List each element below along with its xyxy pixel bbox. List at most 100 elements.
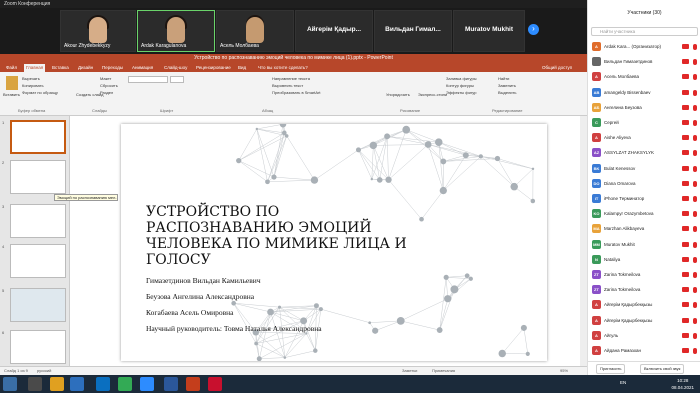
participant-row[interactable]: KO Kalampyr Orazymbetova [588, 207, 700, 220]
participant-row[interactable]: ZT Zarina Tokmeilova [588, 268, 700, 281]
avatar: A [592, 315, 601, 325]
network-node [531, 167, 535, 171]
tab-insert[interactable]: Вставка [50, 64, 71, 72]
select-button[interactable]: Выделить [498, 90, 516, 95]
language-indicator[interactable]: EN [620, 380, 626, 385]
video-tile[interactable]: Akour Zhydebekkyzy [60, 10, 136, 52]
cut-button[interactable]: Вырезать [22, 76, 40, 81]
participant-row[interactable]: AB amangeldy Bissenbaev [588, 86, 700, 99]
participant-row[interactable]: A Айгерім Қадырбекқызы [588, 314, 700, 327]
participant-row[interactable]: С Сергей [588, 116, 700, 129]
find-button[interactable]: Найти [498, 76, 509, 81]
language-indicator[interactable]: русский [37, 368, 51, 373]
tell-me-input[interactable]: Что вы хотите сделать? [256, 64, 310, 72]
unmute-button[interactable]: Включить свой звук [640, 364, 685, 374]
tab-review[interactable]: Рецензирование [194, 64, 233, 72]
paste-icon[interactable] [6, 76, 18, 90]
participant-row[interactable]: ZT Zarina Tokmeilova [588, 283, 700, 296]
paste-button[interactable]: Вставить [3, 92, 20, 97]
participant-row[interactable]: MM Muratov Mukhit [588, 238, 700, 251]
participant-row[interactable]: A Айдана Рамазхан [588, 344, 700, 357]
slide-thumb[interactable] [10, 288, 66, 322]
word-doc-icon[interactable] [164, 377, 178, 391]
explorer-icon[interactable] [50, 377, 64, 391]
participant-row[interactable]: BK Bulat Kenessov [588, 162, 700, 175]
start-icon[interactable] [3, 377, 17, 391]
search-icon[interactable] [28, 377, 42, 391]
slide-thumb[interactable] [10, 204, 66, 238]
layout-button[interactable]: Макет [100, 76, 111, 81]
network-link [400, 320, 440, 331]
avatar: A [592, 133, 601, 143]
slide-canvas[interactable]: УСТРОЙСТВО ПО РАСПОЗНАВАНИЮ ЭМОЦИЙ ЧЕЛОВ… [121, 124, 547, 361]
avatar: А [592, 72, 601, 82]
participant-row[interactable]: А Асель Молбаева [588, 70, 700, 83]
participant-row[interactable]: Вильдан Гимазетдинов [588, 55, 700, 68]
video-tile[interactable]: Muratov Mukhit [453, 10, 525, 52]
align-text-button[interactable]: Выровнять текст [272, 83, 303, 88]
avatar: DO [592, 178, 601, 188]
vertical-scrollbar[interactable] [580, 116, 587, 366]
mic-muted-icon [693, 241, 697, 248]
quick-styles-button[interactable]: Экспресс-стили [418, 92, 447, 97]
participant-row[interactable]: N Nataliya [588, 253, 700, 266]
participant-search-input[interactable]: Найти участника [591, 27, 698, 36]
slide-thumb[interactable] [10, 120, 66, 154]
slide-thumb[interactable] [10, 244, 66, 278]
copy-button[interactable]: Копировать [22, 83, 44, 88]
invite-button[interactable]: Пригласить [596, 364, 626, 374]
participant-row[interactable]: A Aishe Aliyeva [588, 131, 700, 144]
tab-transitions[interactable]: Переходы [100, 64, 125, 72]
replace-button[interactable]: Заменить [498, 83, 516, 88]
participant-row[interactable]: AZ ASSYLZAT ZHAKSYLYK [588, 146, 700, 159]
share-button[interactable]: Общий доступ [540, 64, 574, 72]
participant-row[interactable]: MA Marzhan Alikbayeva [588, 222, 700, 235]
video-off-icon [682, 287, 689, 293]
participant-row[interactable]: A Айгуль [588, 329, 700, 342]
outlook-icon[interactable] [96, 377, 110, 391]
tab-slideshow[interactable]: Слайд-шоу [162, 64, 189, 72]
participant-row[interactable]: A Айгерім Қадырбекқызы [588, 298, 700, 311]
pdf-icon[interactable] [208, 377, 222, 391]
video-off-icon [682, 135, 689, 141]
smartart-button[interactable]: Преобразовать в SmartArt [272, 90, 321, 95]
comments-button[interactable]: Примечания [432, 367, 455, 375]
chrome-icon[interactable] [118, 377, 132, 391]
video-tile[interactable]: Айгерім Қадыр... [295, 10, 373, 52]
network-node [376, 177, 383, 183]
format-painter-button[interactable]: Формат по образцу [22, 90, 58, 95]
shape-outline-button[interactable]: Контур фигуры [446, 83, 474, 88]
participant-name: ASSYLZAT ZHAKSYLYK [604, 150, 655, 156]
zoom-icon[interactable] [140, 377, 154, 391]
reset-button[interactable]: Сбросить [100, 83, 118, 88]
avatar: N [592, 254, 601, 264]
video-tile[interactable]: Вильдан Гимал... [374, 10, 452, 52]
font-name-select[interactable] [128, 76, 168, 83]
slide-thumb[interactable] [10, 160, 66, 194]
section-button[interactable]: Раздел [100, 90, 113, 95]
zoom-level[interactable]: 95% [560, 367, 568, 375]
participant-row[interactable]: АБ Ангелина Беузова [588, 101, 700, 114]
arrange-button[interactable]: Упорядочить [386, 92, 410, 97]
participant-row[interactable]: DO Diana Omarova [588, 177, 700, 190]
video-tile-active[interactable]: Ardak Karagulanova [137, 10, 215, 52]
tab-design[interactable]: Дизайн [76, 64, 95, 72]
video-tile[interactable]: Асель Молбаева [216, 10, 294, 52]
font-size-select[interactable] [170, 76, 184, 83]
shape-fill-button[interactable]: Заливка фигуры [446, 76, 477, 81]
notes-button[interactable]: Заметки [402, 367, 417, 375]
tab-animation[interactable]: Анимация [130, 64, 155, 72]
participant-row[interactable]: A Ardak Kara... (Организатор) [588, 40, 700, 53]
network-node [277, 305, 282, 309]
word-icon[interactable] [70, 377, 84, 391]
powerpoint-icon[interactable] [186, 377, 200, 391]
tab-file[interactable]: Файл [4, 64, 19, 72]
tab-home[interactable]: Главная [24, 64, 46, 72]
participant-row[interactable]: iT iPhone Терминатор [588, 192, 700, 205]
next-page-icon[interactable]: › [528, 24, 539, 35]
text-direction-button[interactable]: Направление текста [272, 76, 310, 81]
shape-effects-button[interactable]: Эффекты фигур [446, 90, 476, 95]
participant-name: Zarina Tokmeilova [604, 272, 641, 277]
tab-view[interactable]: Вид [236, 64, 248, 72]
slide-thumb[interactable] [10, 330, 66, 364]
